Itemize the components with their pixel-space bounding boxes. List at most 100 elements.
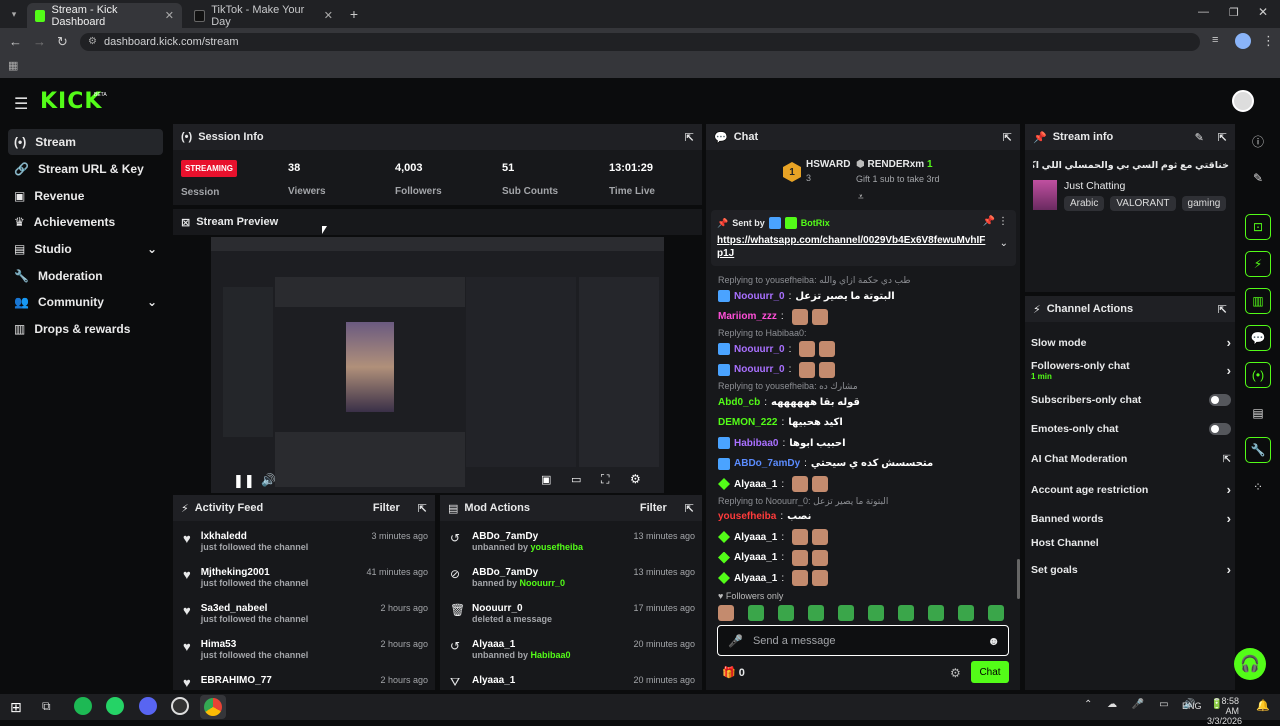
clipboard-icon[interactable]: ▥ bbox=[1245, 288, 1271, 314]
mod-by-user[interactable]: Habibaa0 bbox=[531, 650, 571, 660]
language-indicator[interactable]: ENG bbox=[1182, 701, 1202, 711]
chat-username[interactable]: Alyaaa_1 bbox=[734, 552, 777, 563]
chat-input[interactable]: 🎤 Send a message ☻ bbox=[717, 625, 1009, 656]
clock[interactable]: 8:58 AM 3/3/2026 bbox=[1207, 696, 1242, 726]
chat-message[interactable]: Abd0_cb: قوله بقا ههههههه bbox=[718, 392, 860, 412]
activity-row[interactable]: ♥ lxkhaledd just followed the channel 3 min… bbox=[183, 531, 428, 567]
broadcast-rail-icon[interactable]: (•) bbox=[1245, 362, 1271, 388]
emote-icon[interactable] bbox=[718, 605, 734, 621]
tag[interactable]: Arabic bbox=[1064, 196, 1105, 211]
chat-scrollbar[interactable] bbox=[1017, 559, 1020, 599]
wrench-rail-icon[interactable]: 🔧 bbox=[1245, 437, 1271, 463]
notification-bell-icon[interactable]: 🔔 bbox=[1256, 699, 1270, 712]
chevron-down-icon[interactable]: ⌄ bbox=[1000, 238, 1008, 249]
chat-message[interactable]: Alyaaa_1: bbox=[718, 548, 829, 568]
emote-icon[interactable] bbox=[868, 605, 884, 621]
chrome-taskbar-button[interactable] bbox=[200, 695, 226, 719]
emote-icon[interactable] bbox=[748, 605, 764, 621]
channel-action-followers-only-chat[interactable]: Followers-only chat 1 min › bbox=[1031, 360, 1231, 381]
activity-row[interactable]: ♥ Sa3ed_nabeel just followed the channel 2 … bbox=[183, 603, 428, 639]
chat-message[interactable]: Noouurr_0: bbox=[718, 360, 836, 380]
chat-rail-icon[interactable]: 💬 bbox=[1245, 325, 1271, 351]
mic-icon[interactable]: 🎤 bbox=[728, 634, 743, 648]
expand-leaderboard-icon[interactable]: ⩡ bbox=[858, 192, 864, 203]
sidebar-item-revenue[interactable]: ▣ Revenue bbox=[8, 183, 163, 209]
filter-button[interactable]: Filter bbox=[640, 502, 667, 514]
back-icon[interactable]: ← bbox=[9, 34, 22, 49]
chat-username[interactable]: Alyaaa_1 bbox=[734, 532, 777, 543]
chat-message[interactable]: ABDo_7amDy: متحسسش كده ي سيحتي bbox=[718, 454, 933, 474]
chat-username[interactable]: Alyaaa_1 bbox=[734, 479, 777, 490]
tag[interactable]: VALORANT bbox=[1110, 196, 1176, 211]
mod-action-row[interactable]: ⊘ ABDo_7amDy banned by Noouurr_0 13 minutes… bbox=[450, 567, 695, 603]
volume-icon[interactable]: 🔊 bbox=[261, 473, 276, 487]
popout-icon[interactable]: ⇱ bbox=[1003, 131, 1012, 144]
theater-icon[interactable]: ▭ bbox=[571, 473, 581, 486]
user-avatar[interactable] bbox=[1232, 90, 1254, 112]
sidebar-item-stream-url-key[interactable]: 🔗 Stream URL & Key bbox=[8, 156, 163, 182]
browser-tab-tiktok[interactable]: TikTok - Make Your Day ✕ bbox=[186, 3, 341, 28]
reload-icon[interactable]: ↻ bbox=[57, 34, 68, 50]
chat-message[interactable]: Alyaaa_1: bbox=[718, 568, 829, 588]
filter-button[interactable]: Filter bbox=[373, 502, 400, 514]
popout-icon[interactable]: ⇱ bbox=[685, 131, 694, 144]
obs-icon[interactable] bbox=[171, 697, 189, 715]
chat-message[interactable]: Alyaaa_1: bbox=[718, 527, 829, 547]
hamburger-menu-icon[interactable]: ☰ bbox=[14, 94, 28, 114]
activity-row[interactable]: ♥ Mjtheking2001 just followed the channel 4… bbox=[183, 567, 428, 603]
pause-icon[interactable]: ❚❚ bbox=[233, 473, 255, 489]
tag[interactable]: gaming bbox=[1181, 196, 1227, 211]
sidebar-item-community[interactable]: 👥 Community ⌄ bbox=[8, 289, 163, 315]
activity-row[interactable]: ♥ Hima53 just followed the channel 2 hours … bbox=[183, 639, 428, 675]
chat-settings-icon[interactable]: ⚙ bbox=[950, 666, 961, 680]
stream-video[interactable]: ❚❚ 🔊 ▣ ▭ ⛶ ⚙ bbox=[211, 237, 664, 493]
settings-gear-icon[interactable]: ⚙ bbox=[630, 472, 641, 486]
unpin-icon[interactable]: 📌 ⋮ bbox=[983, 216, 1008, 227]
mod-action-row[interactable]: ↺ Alyaaa_1 unbanned by Habibaa0 20 minutes … bbox=[450, 639, 695, 675]
chat-username[interactable]: yousefheiba bbox=[718, 511, 776, 522]
popout-icon[interactable]: ⇱ bbox=[418, 502, 427, 515]
category-name[interactable]: Just Chatting bbox=[1064, 180, 1125, 192]
channel-action-host-channel[interactable]: Host Channel bbox=[1031, 537, 1231, 549]
emote-icon[interactable] bbox=[898, 605, 914, 621]
apps-grid-icon[interactable]: ▦ bbox=[8, 59, 18, 72]
mod-by-user[interactable]: Noouurr_0 bbox=[520, 578, 566, 588]
forward-icon[interactable]: → bbox=[33, 34, 46, 49]
toggle-switch[interactable] bbox=[1209, 394, 1231, 406]
info-icon[interactable]: ⓘ bbox=[1245, 128, 1271, 154]
sidebar-item-stream[interactable]: (•) Stream bbox=[8, 129, 163, 155]
chat-username[interactable]: Noouurr_0 bbox=[734, 344, 785, 355]
leader-name[interactable]: HSWARD bbox=[806, 159, 850, 170]
new-tab-icon[interactable]: + bbox=[346, 6, 362, 22]
chat-message[interactable]: yousefheiba: نصب bbox=[718, 507, 811, 527]
channel-action-emotes-only-chat[interactable]: Emotes-only chat bbox=[1031, 423, 1231, 435]
channel-action-ai-chat-moderation[interactable]: AI Chat Moderation ⇱ bbox=[1031, 453, 1231, 465]
channel-action-slow-mode[interactable]: Slow mode › bbox=[1031, 335, 1231, 350]
maximize-icon[interactable]: ❐ bbox=[1229, 6, 1239, 19]
chat-message[interactable]: Habibaa0: احبيب ابوها bbox=[718, 433, 846, 453]
pinned-user[interactable]: BotRix bbox=[801, 218, 830, 228]
url-field[interactable]: ⚙ dashboard.kick.com/stream bbox=[80, 33, 1200, 51]
chat-message[interactable]: Mariiom_zzz: bbox=[718, 307, 828, 327]
moderator-view-icon[interactable]: ⊡ bbox=[1245, 214, 1271, 240]
sidebar-item-drops-rewards[interactable]: ▥ Drops & rewards bbox=[8, 316, 163, 342]
reading-list-icon[interactable]: ≡ bbox=[1212, 34, 1218, 46]
emote-icon[interactable] bbox=[988, 605, 1004, 621]
fullscreen-icon[interactable]: ⛶ bbox=[601, 472, 609, 487]
category-thumbnail[interactable] bbox=[1033, 180, 1057, 210]
emote-icon[interactable] bbox=[808, 605, 824, 621]
emote-icon[interactable] bbox=[958, 605, 974, 621]
chat-username[interactable]: Mariiom_zzz bbox=[718, 311, 777, 322]
chat-username[interactable]: Alyaaa_1 bbox=[734, 573, 777, 584]
emote-icon[interactable] bbox=[928, 605, 944, 621]
send-chat-button[interactable]: Chat bbox=[971, 661, 1009, 683]
emoji-icon[interactable]: ☻ bbox=[987, 634, 1000, 648]
channel-action-banned-words[interactable]: Banned words › bbox=[1031, 511, 1231, 526]
points-counter[interactable]: 🎁 0 bbox=[722, 666, 745, 679]
profile-avatar[interactable] bbox=[1235, 33, 1251, 49]
chat-username[interactable]: Abd0_cb bbox=[718, 397, 760, 408]
chat-message[interactable]: Noouurr_0: bbox=[718, 339, 836, 359]
site-info-icon[interactable]: ⚙ bbox=[88, 36, 97, 47]
browser-menu-icon[interactable]: ⋮ bbox=[1262, 33, 1275, 49]
layout-icon[interactable]: ▤ bbox=[1245, 400, 1271, 426]
